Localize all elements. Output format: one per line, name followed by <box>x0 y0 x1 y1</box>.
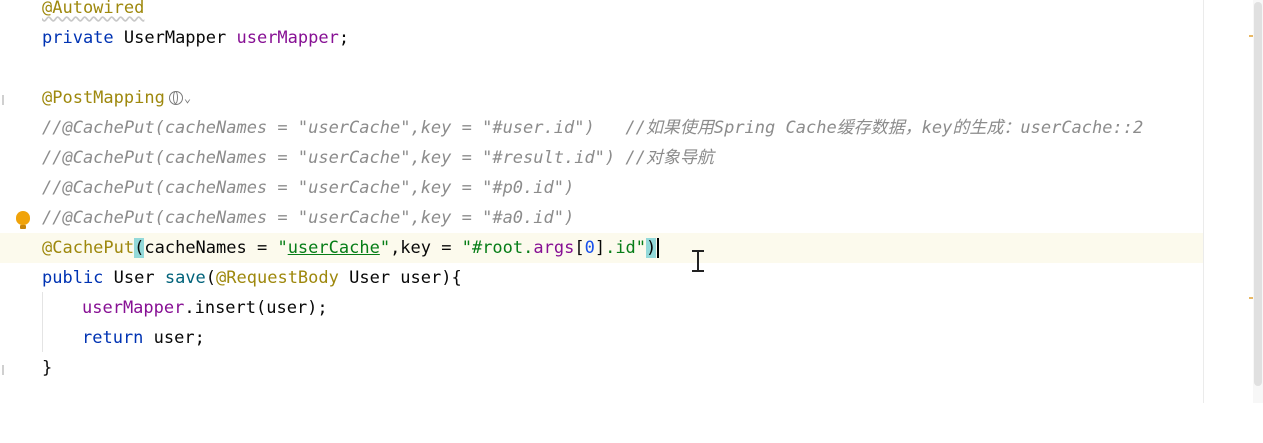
vertical-scrollbar[interactable] <box>1253 0 1263 403</box>
globe-icon[interactable] <box>168 91 183 105</box>
code-editor[interactable]: @Autowired private UserMapper userMapper… <box>0 0 1203 403</box>
code-line-2[interactable]: private UserMapper userMapper; <box>0 23 1203 53</box>
code-line-8[interactable]: //@CachePut(cacheNames = "userCache",key… <box>0 203 1203 233</box>
code-line-10[interactable]: public User save(@RequestBody User user)… <box>0 263 1203 293</box>
code-line-6[interactable]: //@CachePut(cacheNames = "userCache",key… <box>0 143 1203 173</box>
lightbulb-icon[interactable] <box>16 211 30 229</box>
code-line-12[interactable]: return user; <box>0 323 1203 353</box>
code-line-1[interactable]: @Autowired <box>0 0 1203 23</box>
code-line-9-current[interactable]: @CachePut(cacheNames = "userCache",key =… <box>0 233 1203 263</box>
code-line-5[interactable]: //@CachePut(cacheNames = "userCache",key… <box>0 113 1203 143</box>
code-line-4[interactable]: @PostMapping ⌄ <box>0 83 1203 113</box>
code-line-7[interactable]: //@CachePut(cacheNames = "userCache",key… <box>0 173 1203 203</box>
right-gutter <box>1203 0 1263 403</box>
code-line-13[interactable]: } <box>0 353 1203 383</box>
chevron-down-icon[interactable]: ⌄ <box>184 83 191 113</box>
code-line-11[interactable]: userMapper.insert(user); <box>0 293 1203 323</box>
mouse-ibeam-cursor <box>688 248 708 276</box>
text-caret <box>657 238 660 258</box>
scrollbar-thumb[interactable] <box>1254 2 1262 386</box>
